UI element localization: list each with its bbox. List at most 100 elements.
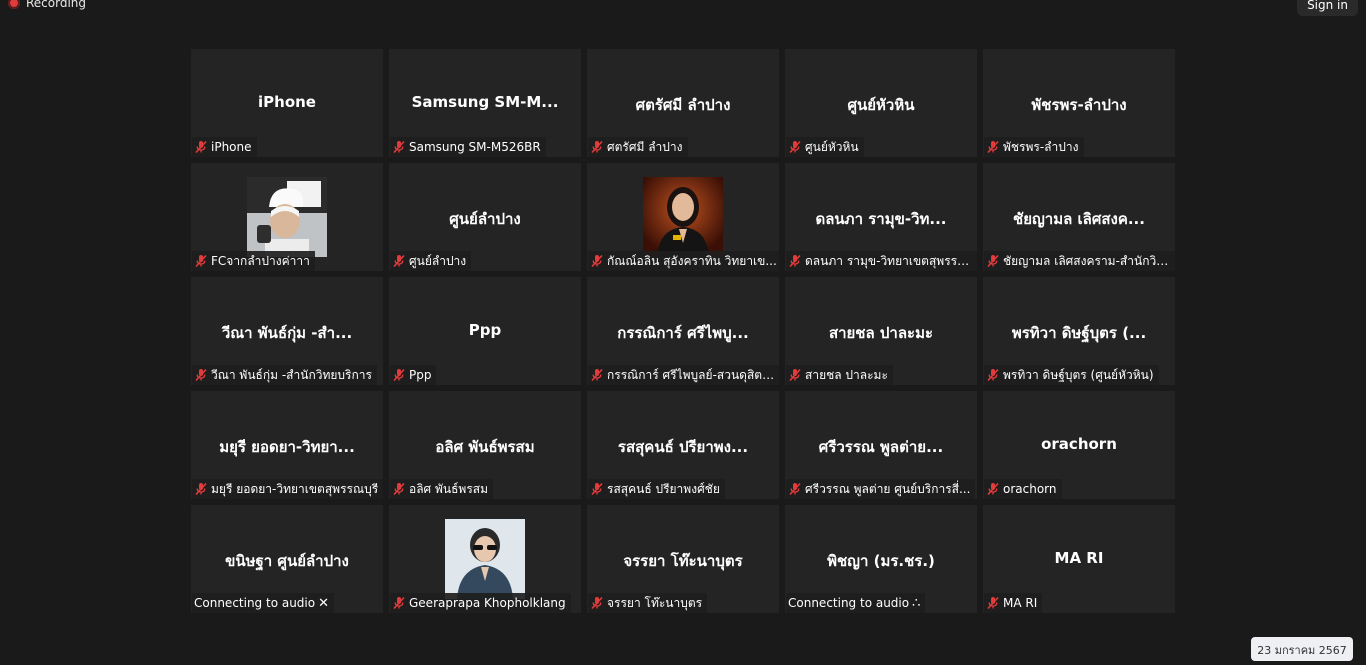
participant-tile[interactable]: ศูนย์หัวหิน ศูนย์หัวหิน (785, 49, 977, 157)
participant-tile[interactable]: วีณา พันธ์กุ่ม -สำ... วีณา พันธ์กุ่ม -สำน… (191, 277, 383, 385)
mic-muted-icon (392, 254, 406, 268)
participant-label-text: กัณณ์อลิน สุอังคราทิน วิทยาเข... (607, 253, 777, 268)
participant-label-text: รสสุคนธ์ ปรียาพงศ์ชัย (607, 481, 720, 496)
participant-tile[interactable]: Ppp Ppp (389, 277, 581, 385)
mic-muted-icon (194, 368, 208, 382)
participant-name-label: พัชรพร-ลำปาง (984, 137, 1084, 157)
participant-name-label: Connecting to audio ✕ (192, 593, 335, 613)
mic-muted-icon (392, 140, 406, 154)
participant-name-label: iPhone (192, 137, 257, 157)
participant-name-label: ศูนย์ลำปาง (390, 251, 472, 271)
mic-muted-icon (590, 482, 604, 496)
participant-name-label: วีณา พันธ์กุ่ม -สำนักวิทยบริการ (192, 365, 377, 385)
participant-label-text: พัชรพร-ลำปาง (1003, 139, 1079, 154)
participant-name-label: พรทิวา ดิษฐ์บุตร (ศูนย์หัวหิน) (984, 365, 1159, 385)
participant-tile[interactable]: Geeraprapa Khopholklang (389, 505, 581, 613)
participant-tile[interactable]: พรทิวา ดิษฐ์บุตร (... พรทิวา ดิษฐ์บุตร (ศ… (983, 277, 1175, 385)
participant-tile[interactable]: กรรณิการ์ ศรีไพบู... กรรณิการ์ ศรีไพบูลย์… (587, 277, 779, 385)
participant-label-text: จรรยา โท๊ะนาบุตร (607, 595, 703, 610)
mic-muted-icon (392, 482, 406, 496)
participant-name-label: Ppp (390, 365, 437, 385)
mic-muted-icon (986, 482, 1000, 496)
participant-label-text: Samsung SM-M526BR (409, 140, 541, 154)
participant-display-name: MA RI (1054, 549, 1104, 567)
participant-tile[interactable]: พัชรพร-ลำปาง พัชรพร-ลำปาง (983, 49, 1175, 157)
participant-name-label: ศูนย์หัวหิน (786, 137, 864, 157)
mic-muted-icon (590, 140, 604, 154)
mic-muted-icon (788, 368, 802, 382)
mic-muted-icon (986, 254, 1000, 268)
participant-name-label: กรรณิการ์ ศรีไพบูลย์-สวนดุสิตโ... (588, 365, 779, 385)
participant-tile[interactable]: Samsung SM-M... Samsung SM-M526BR (389, 49, 581, 157)
participant-tile[interactable]: orachorn orachorn (983, 391, 1175, 499)
participant-tile[interactable]: MA RI MA RI (983, 505, 1175, 613)
participant-gallery: iPhone iPhone Samsung SM-M... Samsung SM-M5… (191, 49, 1175, 613)
participant-display-name: อลิศ พันธ์พรสม (435, 438, 535, 456)
participant-tile[interactable]: มยุรี ยอดยา-วิทยา... มยุรี ยอดยา-วิทยาเขต… (191, 391, 383, 499)
participant-name-label: MA RI (984, 593, 1043, 613)
participant-tile[interactable]: ศูนย์ลำปาง ศูนย์ลำปาง (389, 163, 581, 271)
participant-tile[interactable]: สายชล ปาละมะ สายชล ปาละมะ (785, 277, 977, 385)
participant-name-label: อลิศ พันธ์พรสม (390, 479, 494, 499)
recording-label: Recording (26, 0, 87, 10)
participant-name-label: รสสุคนธ์ ปรียาพงศ์ชัย (588, 479, 725, 499)
participant-label-text: วีณา พันธ์กุ่ม -สำนักวิทยบริการ (211, 367, 372, 382)
participant-label-text: Geeraprapa Khopholklang (409, 596, 566, 610)
participant-name-label: ศตรัศมี ลำปาง (588, 137, 688, 157)
participant-name-label: กัณณ์อลิน สุอังคราทิน วิทยาเข... (588, 251, 779, 271)
mic-muted-icon (788, 482, 802, 496)
mic-muted-icon (788, 140, 802, 154)
mic-muted-icon (194, 482, 208, 496)
participant-display-name: ศูนย์ลำปาง (449, 210, 521, 228)
participant-tile[interactable]: จรรยา โท๊ะนาบุตร จรรยา โท๊ะนาบุตร (587, 505, 779, 613)
participant-tile[interactable]: ขนิษฐา ศูนย์ลำปาง Connecting to audio ✕ (191, 505, 383, 613)
participant-display-name: ศูนย์หัวหิน (847, 96, 915, 114)
participant-label-text: กรรณิการ์ ศรีไพบูลย์-สวนดุสิตโ... (607, 367, 778, 382)
participant-name-label: ดลนภา รามุข-วิทยาเขตสุพรรณ... (786, 251, 977, 271)
participant-label-text: Ppp (409, 368, 432, 382)
participant-photo (445, 519, 525, 599)
participant-label-text: สายชล ปาละมะ (805, 367, 888, 382)
participant-label-text: อลิศ พันธ์พรสม (409, 481, 489, 496)
participant-tile[interactable]: พิชญา (มร.ชร.) Connecting to audio ∴ (785, 505, 977, 613)
participant-name-label: FCจากลำปางค่าาา (192, 251, 315, 271)
participant-tile[interactable]: ศรีวรรณ พูลต่าย... ศรีวรรณ พูลต่าย ศูนย์บ… (785, 391, 977, 499)
participant-label-text: ศูนย์ลำปาง (409, 253, 467, 268)
participant-display-name: Ppp (468, 321, 502, 339)
participant-display-name: พัชรพร-ลำปาง (1031, 96, 1127, 114)
participant-tile[interactable]: รสสุคนธ์ ปรียาพง... รสสุคนธ์ ปรียาพงศ์ชัย (587, 391, 779, 499)
participant-tile[interactable]: อลิศ พันธ์พรสม อลิศ พันธ์พรสม (389, 391, 581, 499)
participant-label-text: FCจากลำปางค่าาา (211, 253, 310, 268)
participant-display-name: iPhone (258, 93, 316, 111)
mic-muted-icon (590, 254, 604, 268)
participant-display-name: สายชล ปาละมะ (828, 324, 934, 342)
participant-tile[interactable]: FCจากลำปางค่าาา (191, 163, 383, 271)
participant-tile[interactable]: ศตรัศมี ลำปาง ศตรัศมี ลำปาง (587, 49, 779, 157)
participant-display-name: ศตรัศมี ลำปาง (635, 96, 731, 114)
participant-name-label: orachorn (984, 479, 1062, 499)
participant-name-label: มยุรี ยอดยา-วิทยาเขตสุพรรณบุรี (192, 479, 383, 499)
participant-display-name: จรรยา โท๊ะนาบุตร (623, 552, 743, 570)
participant-tile[interactable]: iPhone iPhone (191, 49, 383, 157)
participant-tile[interactable]: กัณณ์อลิน สุอังคราทิน วิทยาเข... (587, 163, 779, 271)
participant-name-label: Samsung SM-M526BR (390, 137, 546, 157)
participant-tile[interactable]: ดลนภา รามุข-วิท... ดลนภา รามุข-วิทยาเขตสุ… (785, 163, 977, 271)
mic-muted-icon (986, 368, 1000, 382)
participant-label-text: iPhone (211, 140, 252, 154)
participant-label-text: ศรีวรรณ พูลต่าย ศูนย์บริการสี่... (805, 481, 971, 496)
participant-display-name: พิชญา (มร.ชร.) (827, 552, 935, 570)
connecting-dots-icon: ∴ (912, 595, 921, 611)
participant-display-name: รสสุคนธ์ ปรียาพง... (617, 438, 749, 456)
participant-display-name: กรรณิการ์ ศรีไพบู... (617, 324, 749, 342)
participant-tile[interactable]: ชัยญามล เลิศสงค... ชัยญามล เลิศสงคราม-สำน… (983, 163, 1175, 271)
mic-muted-icon (590, 368, 604, 382)
mic-muted-icon (986, 596, 1000, 610)
participant-display-name: วีณา พันธ์กุ่ม -สำ... (221, 324, 353, 342)
participant-label-text: ศตรัศมี ลำปาง (607, 139, 683, 154)
recording-indicator[interactable]: Recording (8, 0, 86, 12)
participant-name-label: จรรยา โท๊ะนาบุตร (588, 593, 708, 613)
participant-display-name: ดลนภา รามุข-วิท... (815, 210, 947, 228)
mic-muted-icon (392, 596, 406, 610)
participant-display-name: orachorn (1041, 435, 1117, 453)
sign-in-button[interactable]: Sign in (1297, 0, 1358, 16)
